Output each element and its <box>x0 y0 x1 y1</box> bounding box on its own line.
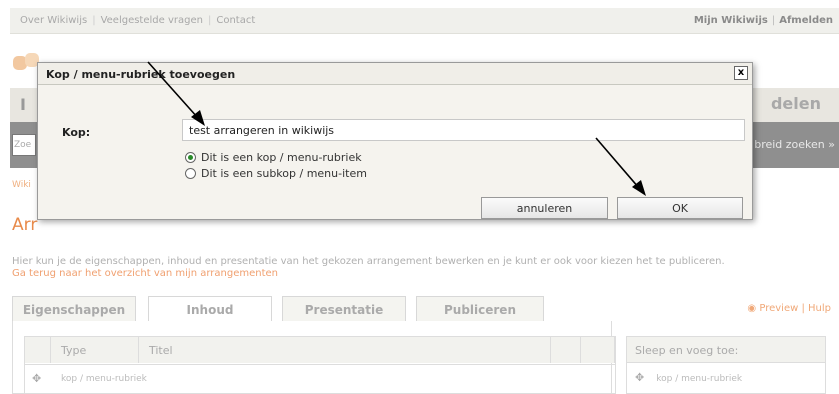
tab-inhoud[interactable]: Inhoud <box>148 296 272 322</box>
link-veelgestelde-vragen[interactable]: Veelgestelde vragen <box>101 15 203 26</box>
radio-subkop-menu-item[interactable]: Dit is een subkop / menu-item <box>185 167 367 180</box>
content-table: Type Titel ✥ kop / menu-rubriek <box>24 336 616 394</box>
preview-links: ◉ Preview | Hulp <box>747 303 831 314</box>
add-heading-dialog: Kop / menu-rubriek toevoegen x Kop: test… <box>37 62 753 220</box>
move-handle-icon[interactable]: ✥ <box>32 372 41 385</box>
page-description: Hier kun je de eigenschappen, inhoud en … <box>12 256 725 267</box>
drag-item-label: kop / menu-rubriek <box>656 374 743 384</box>
link-contact[interactable]: Contact <box>216 15 255 26</box>
account-links: Mijn Wikiwijs | Afmelden <box>693 15 833 26</box>
link-mijn-wikiwijs[interactable]: Mijn Wikiwijs <box>694 15 768 26</box>
radio-unselected-icon[interactable] <box>185 168 196 179</box>
move-handle-icon[interactable]: ✥ <box>635 371 644 384</box>
advanced-search-link[interactable]: breid zoeken » <box>754 138 835 151</box>
tab-presentatie[interactable]: Presentatie <box>282 296 406 322</box>
dialog-title: Kop / menu-rubriek toevoegen <box>38 63 752 85</box>
radio-subkop-label: Dit is een subkop / menu-item <box>201 167 367 180</box>
search-input[interactable]: Zoe <box>12 134 36 156</box>
table-header-action-2 <box>581 337 615 363</box>
radio-kop-label: Dit is een kop / menu-rubriek <box>201 151 362 164</box>
kop-label: Kop: <box>62 126 91 139</box>
tab-eigenschappen[interactable]: Eigenschappen <box>12 296 136 322</box>
top-bar: Over Wikiwijs | Veelgestelde vragen | Contac… <box>10 8 839 34</box>
link-over-wikiwijs[interactable]: Over Wikiwijs <box>20 15 87 26</box>
drag-add-panel: Sleep en voeg toe: ✥ kop / menu-rubriek <box>626 336 826 394</box>
radio-kop-menu-rubriek[interactable]: Dit is een kop / menu-rubriek <box>185 151 362 164</box>
link-afmelden[interactable]: Afmelden <box>779 15 833 26</box>
page-title: Arr <box>12 215 38 235</box>
table-header-type: Type <box>51 337 139 363</box>
back-to-overview-link[interactable]: Ga terug naar het overzicht van mijn arr… <box>12 268 278 279</box>
table-row[interactable]: ✥ kop / menu-rubriek <box>25 364 615 392</box>
tab-publiceren[interactable]: Publiceren <box>416 296 544 322</box>
row-type: kop / menu-rubriek <box>61 374 147 384</box>
breadcrumb[interactable]: Wiki <box>12 180 31 190</box>
nav-item-left[interactable]: I <box>20 95 26 114</box>
cancel-button[interactable]: annuleren <box>481 197 608 219</box>
nav-item-delen[interactable]: delen <box>771 94 821 113</box>
table-header-action-1 <box>551 337 581 363</box>
table-header-titel: Titel <box>139 337 551 363</box>
eye-icon: ◉ <box>747 303 757 314</box>
help-link[interactable]: Hulp <box>808 303 831 314</box>
drag-item[interactable]: ✥ kop / menu-rubriek <box>627 363 825 391</box>
close-icon[interactable]: x <box>734 66 748 80</box>
kop-input[interactable]: test arrangeren in wikiwijs <box>182 119 745 141</box>
table-header-handle <box>25 337 51 363</box>
preview-link[interactable]: Preview <box>759 303 798 314</box>
ok-button[interactable]: OK <box>617 197 743 219</box>
top-links: Over Wikiwijs | Veelgestelde vragen | Contac… <box>20 15 256 26</box>
drag-add-title: Sleep en voeg toe: <box>627 337 825 363</box>
radio-selected-icon[interactable] <box>185 152 196 163</box>
